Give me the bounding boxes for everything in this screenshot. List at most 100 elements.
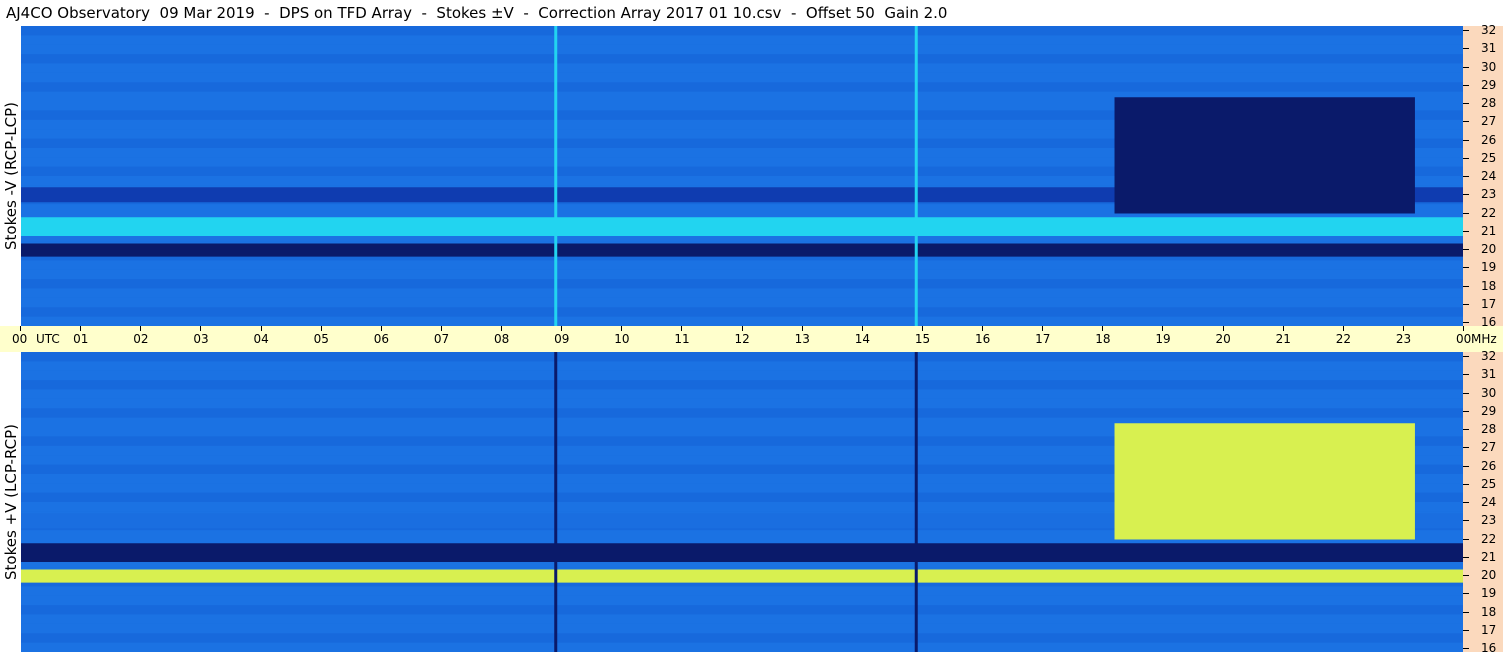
heatmap-row <box>21 279 1463 289</box>
time-tick <box>921 326 923 331</box>
heatmap-row <box>21 316 1463 326</box>
time-tick <box>20 326 21 331</box>
freq-tick-label: 18 <box>1481 604 1497 619</box>
time-axis: 00 01 02 03 04 05 06 07 08 09 10 11 12 13 14 15 16 17 18 19… <box>0 326 1503 352</box>
freq-tick-label: 31 <box>1481 41 1497 56</box>
bottom-freq-axis: 32 31 30 29 28 27 26 25 24 23 22 21 20 19 18 17 16 <box>1463 349 1503 655</box>
heatmap-row <box>21 623 1463 634</box>
time-tick-label: 19 <box>1155 332 1171 346</box>
top-spectrogram <box>21 26 1463 326</box>
heatmap-row <box>21 380 1463 390</box>
time-tick-label: 12 <box>734 332 750 346</box>
heatmap-row <box>21 398 1463 409</box>
freq-tick <box>1463 502 1469 503</box>
freq-tick <box>1463 538 1469 540</box>
time-tick-label: 23 <box>1395 332 1412 346</box>
heatmap-row <box>21 307 1463 317</box>
freq-tick <box>1463 48 1469 50</box>
heatmap-row <box>21 352 1463 362</box>
freq-tick <box>1463 230 1469 232</box>
freq-tick-label: 19 <box>1481 260 1497 275</box>
freq-tick-label: 23 <box>1481 513 1497 528</box>
freq-tick <box>1463 84 1469 86</box>
interference-line <box>914 26 918 326</box>
freq-tick <box>1463 520 1469 522</box>
time-tick <box>440 326 442 331</box>
freq-tick-label: 24 <box>1481 169 1497 183</box>
freq-tick-label: 20 <box>1481 242 1497 256</box>
time-tick-label: 01 <box>73 332 89 346</box>
time-tick <box>501 326 502 331</box>
heatmap-band <box>21 543 1463 562</box>
freq-tick <box>1463 103 1469 104</box>
time-tick <box>200 326 202 331</box>
freq-tick <box>1463 249 1469 250</box>
top-freq-axis: 32 31 30 29 28 27 26 25 24 23 22 21 20 19 18 17 16 <box>1463 23 1503 329</box>
time-tick-label: 09 <box>554 332 570 346</box>
freq-tick <box>1463 410 1469 412</box>
heatmap-row <box>21 642 1463 652</box>
heatmap-region <box>1114 97 1415 214</box>
freq-tick-label: 21 <box>1481 223 1497 238</box>
freq-tick-label: 32 <box>1481 349 1497 363</box>
freq-tick <box>1463 121 1469 123</box>
time-tick-label: 13 <box>794 332 810 346</box>
time-tick <box>621 326 623 331</box>
freq-tick-label: 28 <box>1481 96 1497 110</box>
time-tick-label: 11 <box>674 332 690 346</box>
freq-tick-label: 23 <box>1481 187 1497 202</box>
freq-tick-label: 24 <box>1481 495 1497 509</box>
time-tick-label: 18 <box>1095 332 1111 346</box>
freq-tick <box>1463 611 1469 613</box>
freq-tick-label: 30 <box>1481 385 1497 400</box>
freq-tick <box>1463 429 1469 430</box>
time-tick-label: 21 <box>1275 332 1291 346</box>
time-tick <box>801 326 803 331</box>
time-tick <box>1402 326 1404 331</box>
freq-tick <box>1463 176 1469 177</box>
time-tick <box>260 326 262 331</box>
bottom-panel-ylabel-box: Stokes +V (LCP-RCP) <box>0 352 21 652</box>
freq-tick <box>1463 374 1469 376</box>
time-tick-label: 03 <box>193 332 209 346</box>
freq-tick <box>1463 483 1469 485</box>
freq-tick <box>1463 556 1469 558</box>
time-tick <box>1282 326 1284 331</box>
freq-tick-label: 30 <box>1481 59 1497 74</box>
freq-tick-label: 17 <box>1481 296 1497 311</box>
freq-tick <box>1463 303 1469 305</box>
time-tick <box>140 326 142 331</box>
time-tick-label: 15 <box>914 332 931 346</box>
freq-tick <box>1463 66 1469 68</box>
time-tick <box>320 326 322 331</box>
freq-tick-label: 26 <box>1481 458 1497 473</box>
freq-tick <box>1463 465 1469 467</box>
heatmap-row <box>21 586 1463 596</box>
freq-tick <box>1463 648 1469 649</box>
freq-tick <box>1463 447 1469 449</box>
heatmap-row <box>21 361 1463 371</box>
time-tick <box>861 326 863 331</box>
top-panel-ylabel: Stokes -V (RCP-LCP) <box>1 102 20 250</box>
heatmap-band <box>21 243 1463 257</box>
heatmap-row <box>21 260 1463 270</box>
time-tick-label: 08 <box>494 332 510 346</box>
time-tick <box>380 326 382 331</box>
time-tick-label: 20 <box>1215 332 1231 346</box>
chart-title: AJ4CO Observatory 09 Mar 2019 - DPS on T… <box>0 0 1463 26</box>
freq-tick <box>1463 575 1469 576</box>
freq-tick-label: 17 <box>1481 622 1497 637</box>
time-tick-label: 07 <box>433 332 450 346</box>
freq-tick-label: 26 <box>1481 132 1497 147</box>
heatmap-row <box>21 82 1463 92</box>
interference-line <box>914 352 918 652</box>
freq-tick <box>1463 629 1469 631</box>
time-tick-label: 10 <box>614 332 630 346</box>
freq-tick-label: 25 <box>1481 476 1497 491</box>
freq-tick <box>1463 322 1469 323</box>
freq-tick <box>1463 392 1469 394</box>
heatmap-row <box>21 35 1463 45</box>
time-tick <box>741 326 743 331</box>
time-tick-label: 06 <box>373 332 390 346</box>
freq-tick-label: 31 <box>1481 367 1497 382</box>
